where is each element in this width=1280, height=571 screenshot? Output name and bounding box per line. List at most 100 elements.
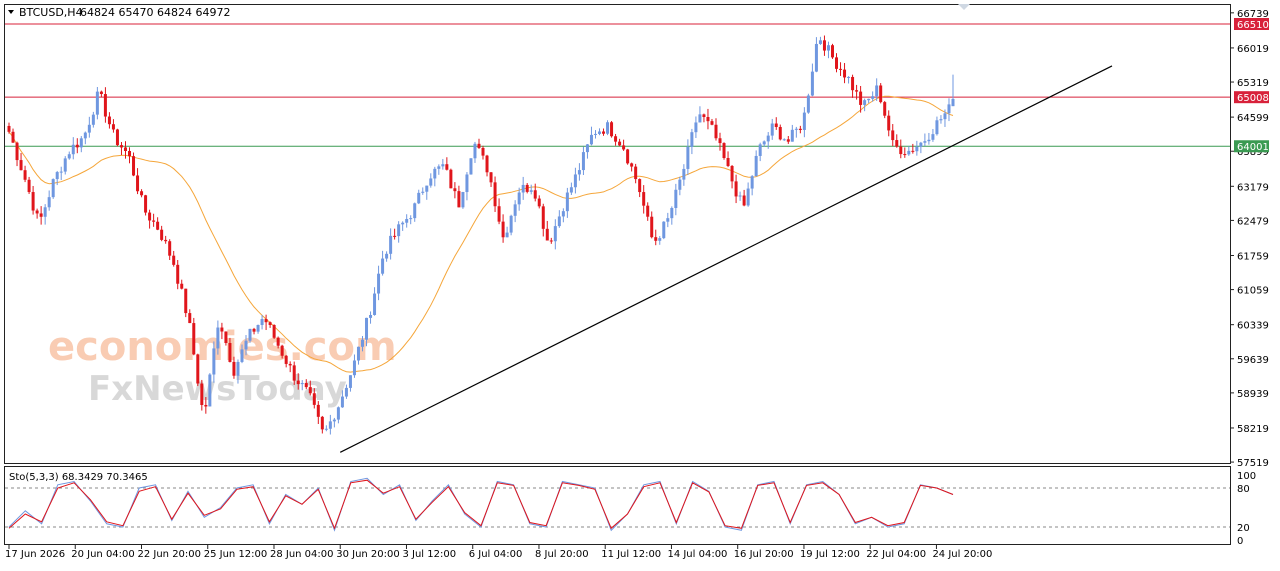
candle-body [377,273,381,294]
candle-body [312,393,316,405]
candle-body [236,361,240,376]
y-tick-label: 57519 [1237,458,1269,469]
candle-body [103,94,107,117]
candle-body [43,207,47,217]
candle-body [228,343,232,362]
candle-body [352,360,356,376]
chart-canvas: economies.com FxNewsToday 66739660196531… [0,0,1280,567]
candle-body [184,288,188,314]
candle-body [911,150,915,152]
candle-body [260,319,264,325]
watermark-line2: FxNewsToday [88,369,347,409]
candle-body [557,216,561,227]
candle-body [27,179,31,193]
candle-body [405,218,409,223]
candle-body [509,215,513,233]
x-tick-label: 22 Jul 04:00 [866,549,926,560]
candle-body [758,144,762,156]
candle-body [879,85,883,103]
x-tick-label: 22 Jun 20:00 [137,549,201,560]
candle-body [662,221,666,239]
candle-body [389,235,393,254]
candle-body [256,324,260,332]
candle-body [79,138,83,148]
candle-body [421,191,425,193]
x-tick-label: 28 Jun 04:00 [270,549,334,560]
candle-body [308,387,312,394]
candle-body [931,134,935,140]
candle-body [722,143,726,159]
candle-body [453,188,457,192]
candle-body [344,387,348,397]
candle-body [670,207,674,219]
candle-body [332,419,336,422]
candle-body [826,45,830,51]
candle-body [83,132,87,139]
candle-body [867,98,871,101]
chart-window: economies.com FxNewsToday 66739 66019 6531… [0,0,1280,567]
x-tick-label: 30 Jun 20:00 [336,549,400,560]
candle-body [718,138,722,144]
candle-body [401,222,405,225]
chart-header: BTCUSD,H4 64824 65470 64824 64972 [8,6,230,19]
candle-body [545,228,549,241]
x-tick-label: 20 Jun 04:00 [71,549,135,560]
candle-body [822,40,826,51]
candle-body [698,114,702,123]
candle-body [216,327,220,349]
candle-body [188,313,192,324]
candle-body [541,206,545,229]
candle-body [156,221,160,230]
sto-tick-label: 0 [1237,536,1243,547]
candle-body [477,143,481,148]
candle-body [778,126,782,140]
candle-body [176,264,180,284]
candle-body [830,45,834,58]
candle-body [935,120,939,135]
candle-body [409,218,413,220]
candle-body [385,253,389,259]
candle-body [148,212,152,221]
candle-body [598,131,602,134]
candle-body [521,184,525,193]
candle-body [320,416,324,430]
candle-body [87,124,91,133]
y-tick-label: 66019 [1237,44,1269,55]
candle-body [537,198,541,207]
candle-body [433,168,437,179]
candle-body [943,113,947,120]
candle-body [501,221,505,238]
candle-body [328,421,332,429]
candle-body [835,57,839,69]
candle-body [348,375,352,388]
candle-body [140,191,144,196]
candle-body [95,91,99,115]
candle-body [441,164,445,167]
candle-body [485,155,489,173]
candle-body [107,116,111,125]
candle-body [875,85,879,97]
candle-body [111,124,115,130]
y-tick-label: 62479 [1237,216,1269,227]
candle-body [481,147,485,156]
candle-body [240,349,244,362]
candle-body [123,147,127,152]
candle-body [630,163,634,167]
x-tick-label: 16 Jul 20:00 [734,549,794,560]
candle-body [907,150,911,155]
candle-body [561,211,565,217]
candle-body [798,128,802,130]
candle-body [119,145,123,148]
candle-body [818,40,822,44]
candle-body [473,143,477,159]
candle-body [525,184,529,192]
candle-body [340,396,344,408]
x-tick-label: 8 Jul 20:00 [535,549,589,560]
stochastic-label: Sto(5,3,3) 68.3429 70.3465 [9,472,148,483]
candle-body [674,189,678,208]
candle-body [39,213,43,217]
y-tick-label: 61059 [1237,286,1269,297]
candle-body [859,91,863,105]
candle-body [373,293,377,315]
candle-body [461,192,465,208]
